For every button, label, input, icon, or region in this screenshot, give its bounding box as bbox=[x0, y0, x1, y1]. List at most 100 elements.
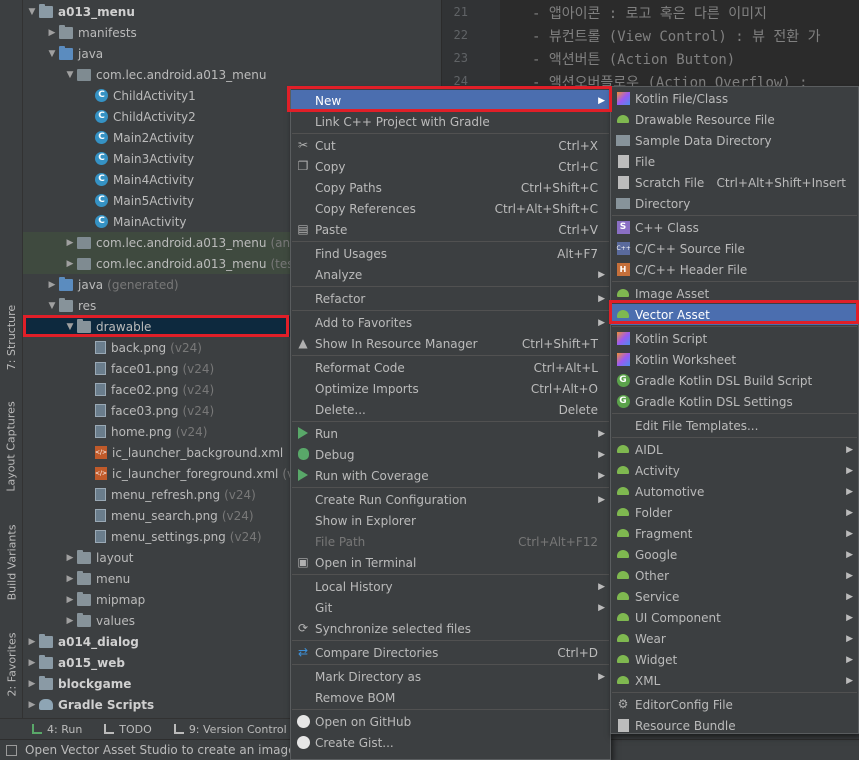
menu-item-xml[interactable]: XML ▶ bbox=[611, 670, 858, 691]
expand-arrow-icon[interactable]: ▶ bbox=[25, 658, 39, 668]
menu-item-c-c-source-file[interactable]: C++ C/C++ Source File bbox=[611, 238, 858, 259]
tree-item[interactable]: ▶ manifests bbox=[23, 22, 441, 43]
menu-item-aidl[interactable]: AIDL ▶ bbox=[611, 439, 858, 460]
expand-arrow-icon[interactable]: ▼ bbox=[25, 7, 39, 17]
menu-item-cut[interactable]: ✂ Cut Ctrl+X bbox=[291, 135, 610, 156]
code-line[interactable]: - 액션버튼 (Action Button) bbox=[532, 49, 735, 69]
expand-arrow-icon[interactable]: ▼ bbox=[63, 70, 77, 80]
menu-item-other[interactable]: Other ▶ bbox=[611, 565, 858, 586]
code-editor[interactable]: 21 22 23 24 - 앱아이콘 : 로고 혹은 다른 이미지 - 뷰컨트롤 (Vi… bbox=[442, 0, 859, 91]
tree-item-label: com.lec.android.a013_menu bbox=[96, 235, 267, 250]
expand-arrow-icon[interactable]: ▶ bbox=[45, 280, 59, 290]
menu-item-copy-references[interactable]: Copy References Ctrl+Alt+Shift+C bbox=[291, 198, 610, 219]
menu-item-delete[interactable]: Delete... Delete bbox=[291, 399, 610, 420]
menu-item-remove-bom[interactable]: Remove BOM bbox=[291, 687, 610, 708]
expand-arrow-icon[interactable]: ▶ bbox=[63, 616, 77, 626]
menu-item-resource-bundle[interactable]: Resource Bundle bbox=[611, 715, 858, 736]
menu-item-kotlin-file-class[interactable]: Kotlin File/Class bbox=[611, 88, 858, 109]
code-line[interactable]: - 뷰컨트롤 (View Control) : 뷰 전환 가 bbox=[532, 26, 820, 46]
menu-item-sample-data-directory[interactable]: Sample Data Directory bbox=[611, 130, 858, 151]
menu-item-find-usages[interactable]: Find Usages Alt+F7 bbox=[291, 243, 610, 264]
menu-item-directory[interactable]: Directory bbox=[611, 193, 858, 214]
menu-item-copy-paths[interactable]: Copy Paths Ctrl+Shift+C bbox=[291, 177, 610, 198]
tree-item[interactable]: ▼ com.lec.android.a013_menu bbox=[23, 64, 441, 85]
menu-item-open-in-terminal[interactable]: ▣ Open in Terminal bbox=[291, 552, 610, 573]
menu-item-label: Link C++ Project with Gradle bbox=[315, 114, 490, 129]
tree-item[interactable]: ▼ java bbox=[23, 43, 441, 64]
kotlin-script-icon bbox=[616, 331, 630, 345]
menu-item-git[interactable]: Git ▶ bbox=[291, 597, 610, 618]
menu-item-show-in-explorer[interactable]: Show in Explorer bbox=[291, 510, 610, 531]
expand-arrow-icon[interactable]: ▶ bbox=[63, 553, 77, 563]
menu-item-file[interactable]: File bbox=[611, 151, 858, 172]
layout-captures-tab[interactable]: Layout Captures bbox=[0, 392, 23, 500]
menu-item-kotlin-script[interactable]: Kotlin Script bbox=[611, 328, 858, 349]
menu-item-synchronize-selected-files[interactable]: ⟳ Synchronize selected files bbox=[291, 618, 610, 639]
menu-item-folder[interactable]: Folder ▶ bbox=[611, 502, 858, 523]
menu-item-optimize-imports[interactable]: Optimize Imports Ctrl+Alt+O bbox=[291, 378, 610, 399]
menu-item-label: Gradle Kotlin DSL Settings bbox=[635, 394, 793, 409]
menu-item-c-class[interactable]: S C++ Class bbox=[611, 217, 858, 238]
menu-item-file-path[interactable]: File Path Ctrl+Alt+F12 bbox=[291, 531, 610, 552]
menu-item-service[interactable]: Service ▶ bbox=[611, 586, 858, 607]
menu-item-run-with-coverage[interactable]: Run with Coverage ▶ bbox=[291, 465, 610, 486]
png-file-icon bbox=[95, 530, 106, 543]
expand-arrow-icon[interactable]: ▶ bbox=[63, 238, 77, 248]
menu-item-link-c-project-with-gradle[interactable]: Link C++ Project with Gradle bbox=[291, 111, 610, 132]
menu-item-google[interactable]: Google ▶ bbox=[611, 544, 858, 565]
expand-arrow-icon[interactable]: ▼ bbox=[45, 49, 59, 59]
menu-item-create-run-configuration[interactable]: Create Run Configuration ▶ bbox=[291, 489, 610, 510]
bottom-tab-9-version-control[interactable]: 9: Version Control bbox=[173, 722, 287, 736]
expand-arrow-icon[interactable]: ▶ bbox=[63, 574, 77, 584]
favorites-tab[interactable]: 2: Favorites bbox=[0, 624, 23, 704]
menu-item-wear[interactable]: Wear ▶ bbox=[611, 628, 858, 649]
menu-item-local-history[interactable]: Local History ▶ bbox=[291, 576, 610, 597]
expand-arrow-icon[interactable]: ▶ bbox=[63, 595, 77, 605]
menu-item-widget[interactable]: Widget ▶ bbox=[611, 649, 858, 670]
expand-arrow-icon[interactable]: ▶ bbox=[25, 700, 39, 710]
kotlin-icon-shape bbox=[616, 91, 630, 105]
menu-item-label: XML bbox=[635, 673, 661, 688]
bottom-tab-4-run[interactable]: 4: Run bbox=[32, 723, 82, 736]
menu-item-mark-directory-as[interactable]: Mark Directory as ▶ bbox=[291, 666, 610, 687]
expand-arrow-icon[interactable]: ▶ bbox=[45, 28, 59, 38]
submenu-arrow-icon: ▶ bbox=[846, 570, 853, 581]
menu-item-compare-directories[interactable]: ⇄ Compare Directories Ctrl+D bbox=[291, 642, 610, 663]
menu-item-reformat-code[interactable]: Reformat Code Ctrl+Alt+L bbox=[291, 357, 610, 378]
menu-item-copy[interactable]: ❐ Copy Ctrl+C bbox=[291, 156, 610, 177]
menu-item-run[interactable]: Run ▶ bbox=[291, 423, 610, 444]
menu-item-add-to-favorites[interactable]: Add to Favorites ▶ bbox=[291, 312, 610, 333]
menu-item-edit-file-templates[interactable]: Edit File Templates... bbox=[611, 415, 858, 436]
menu-item-debug[interactable]: Debug ▶ bbox=[291, 444, 610, 465]
menu-item-drawable-resource-file[interactable]: Drawable Resource File bbox=[611, 109, 858, 130]
menu-item-gradle-kotlin-dsl-settings[interactable]: G Gradle Kotlin DSL Settings bbox=[611, 391, 858, 412]
menu-item-kotlin-worksheet[interactable]: Kotlin Worksheet bbox=[611, 349, 858, 370]
menu-item-show-in-resource-manager[interactable]: ▲ Show In Resource Manager Ctrl+Shift+T bbox=[291, 333, 610, 354]
expand-arrow-icon[interactable]: ▼ bbox=[45, 301, 59, 311]
bottom-tab-todo[interactable]: TODO bbox=[104, 723, 152, 736]
menu-item-editorconfig-file[interactable]: ⚙ EditorConfig File bbox=[611, 694, 858, 715]
menu-item-ui-component[interactable]: UI Component ▶ bbox=[611, 607, 858, 628]
menu-item-create-gist[interactable]: Create Gist... bbox=[291, 732, 610, 753]
code-line[interactable]: - 앱아이콘 : 로고 혹은 다른 이미지 bbox=[532, 3, 767, 23]
menu-item-analyze[interactable]: Analyze ▶ bbox=[291, 264, 610, 285]
module-folder-icon bbox=[39, 675, 53, 690]
menu-item-scratch-file[interactable]: Scratch File Ctrl+Alt+Shift+Insert bbox=[611, 172, 858, 193]
menu-item-paste[interactable]: ▤ Paste Ctrl+V bbox=[291, 219, 610, 240]
expand-arrow-icon[interactable]: ▶ bbox=[25, 679, 39, 689]
structure-tab[interactable]: 7: Structure bbox=[0, 298, 23, 376]
xml-file-icon: </> bbox=[95, 467, 107, 480]
expand-arrow-icon[interactable]: ▶ bbox=[25, 637, 39, 647]
menu-item-automotive[interactable]: Automotive ▶ bbox=[611, 481, 858, 502]
menu-item-fragment[interactable]: Fragment ▶ bbox=[611, 523, 858, 544]
menu-item-refactor[interactable]: Refactor ▶ bbox=[291, 288, 610, 309]
expand-arrow-icon[interactable]: ▶ bbox=[63, 259, 77, 269]
tree-item[interactable]: ▼ a013_menu bbox=[23, 1, 441, 22]
build-variants-tab[interactable]: Build Variants bbox=[0, 516, 23, 608]
menu-item-c-c-header-file[interactable]: H C/C++ Header File bbox=[611, 259, 858, 280]
menu-item-shortcut: Ctrl+V bbox=[558, 222, 598, 237]
menu-item-activity[interactable]: Activity ▶ bbox=[611, 460, 858, 481]
bottom-tab-label: 9: Version Control bbox=[188, 722, 287, 736]
menu-item-open-on-github[interactable]: Open on GitHub bbox=[291, 711, 610, 732]
menu-item-gradle-kotlin-dsl-build-script[interactable]: G Gradle Kotlin DSL Build Script bbox=[611, 370, 858, 391]
